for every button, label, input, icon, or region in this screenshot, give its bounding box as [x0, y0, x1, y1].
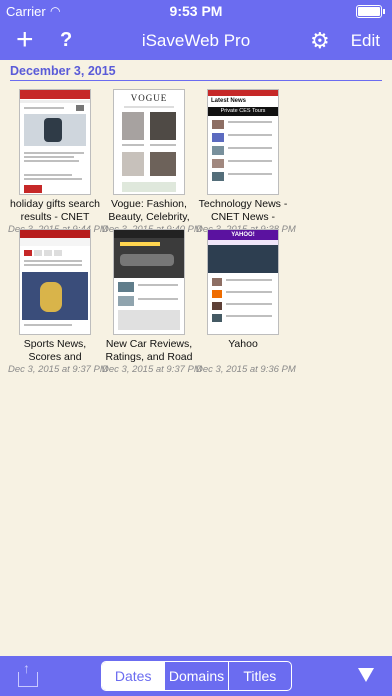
item-title: Sports News, Scores and Highlights fr... — [23, 338, 87, 363]
page-thumbnail[interactable] — [19, 229, 91, 335]
item-date: Dec 3, 2015 at 9:37 PM — [8, 364, 108, 375]
saved-page-item[interactable]: Sports News, Scores and Highlights fr...… — [8, 229, 108, 375]
sort-segmented-control[interactable]: Dates Domains Titles — [101, 661, 292, 691]
promo-banner: Private CES Tours — [208, 107, 278, 116]
item-title: Vogue: Fashion, Beauty, Celebrity, Fa... — [108, 198, 190, 223]
section-header: December 3, 2015 — [10, 64, 382, 81]
edit-button[interactable]: Edit — [351, 31, 380, 51]
item-title: New Car Reviews, Ratings, and Road Te... — [105, 338, 193, 363]
saved-page-item[interactable]: holiday gifts search results - CNET Dec … — [8, 89, 108, 235]
saved-page-item[interactable]: Latest News Private CES Tours Technology… — [196, 89, 296, 235]
latest-news-heading: Latest News — [211, 98, 247, 104]
saved-page-item[interactable]: VOGUE Vogue: Fashion, Beauty, Celebrity,… — [102, 89, 202, 235]
saved-page-item[interactable]: New Car Reviews, Ratings, and Road Te...… — [102, 229, 202, 375]
vogue-logo: VOGUE — [130, 93, 168, 103]
status-bar: Carrier ◠ 9:53 PM — [0, 0, 392, 22]
page-thumbnail[interactable] — [113, 229, 185, 335]
tab-domains[interactable]: Domains — [164, 662, 227, 690]
app-title: iSaveWeb Pro — [141, 31, 251, 50]
item-date: Dec 3, 2015 at 9:37 PM — [102, 364, 202, 375]
page-thumbnail[interactable]: VOGUE — [113, 89, 185, 195]
battery-icon — [356, 5, 385, 18]
page-thumbnail[interactable]: YAHOO! — [207, 229, 279, 335]
item-title: Technology News - CNET News - CNET — [198, 198, 288, 223]
tab-titles[interactable]: Titles — [227, 662, 291, 690]
yahoo-logo: YAHOO! — [208, 230, 278, 240]
saved-page-item[interactable]: YAHOO! Yahoo Dec 3, 2015 at 9:36 PM — [196, 229, 296, 375]
triangle-down-icon[interactable] — [358, 668, 374, 682]
gear-icon[interactable]: ⚙ — [310, 28, 330, 54]
item-title: Yahoo — [228, 338, 258, 350]
status-time: 9:53 PM — [169, 3, 223, 19]
item-date: Dec 3, 2015 at 9:36 PM — [196, 364, 296, 375]
share-icon[interactable]: ↑ — [18, 660, 38, 687]
navigation-bar: + ? iSaveWeb Pro ⚙ Edit — [0, 22, 392, 60]
item-title: holiday gifts search results - CNET — [10, 198, 100, 223]
bottom-toolbar: ↑ Dates Domains Titles — [0, 656, 392, 696]
page-thumbnail[interactable]: Latest News Private CES Tours — [207, 89, 279, 195]
tab-dates[interactable]: Dates — [102, 662, 165, 690]
page-thumbnail[interactable] — [19, 89, 91, 195]
